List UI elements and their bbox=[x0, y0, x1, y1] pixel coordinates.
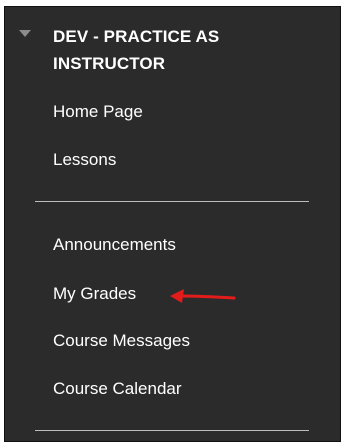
menu-divider bbox=[35, 201, 309, 202]
menu-item-announcements[interactable]: Announcements bbox=[53, 234, 176, 256]
screenshot-frame: DEV - PRACTICE AS INSTRUCTOR Home Page L… bbox=[0, 0, 349, 442]
menu-item-course-messages[interactable]: Course Messages bbox=[53, 330, 190, 352]
menu-item-my-grades[interactable]: My Grades bbox=[53, 283, 136, 305]
menu-item-course-calendar[interactable]: Course Calendar bbox=[53, 378, 182, 400]
red-arrow-icon bbox=[170, 289, 236, 303]
course-title[interactable]: DEV - PRACTICE AS INSTRUCTOR bbox=[53, 23, 293, 77]
course-menu-panel: DEV - PRACTICE AS INSTRUCTOR Home Page L… bbox=[4, 6, 341, 442]
menu-divider-bottom bbox=[35, 430, 309, 431]
course-header[interactable]: DEV - PRACTICE AS INSTRUCTOR bbox=[5, 7, 340, 85]
caret-down-icon[interactable] bbox=[19, 30, 31, 37]
menu-item-lessons[interactable]: Lessons bbox=[53, 149, 116, 171]
menu-item-home-page[interactable]: Home Page bbox=[53, 101, 143, 123]
